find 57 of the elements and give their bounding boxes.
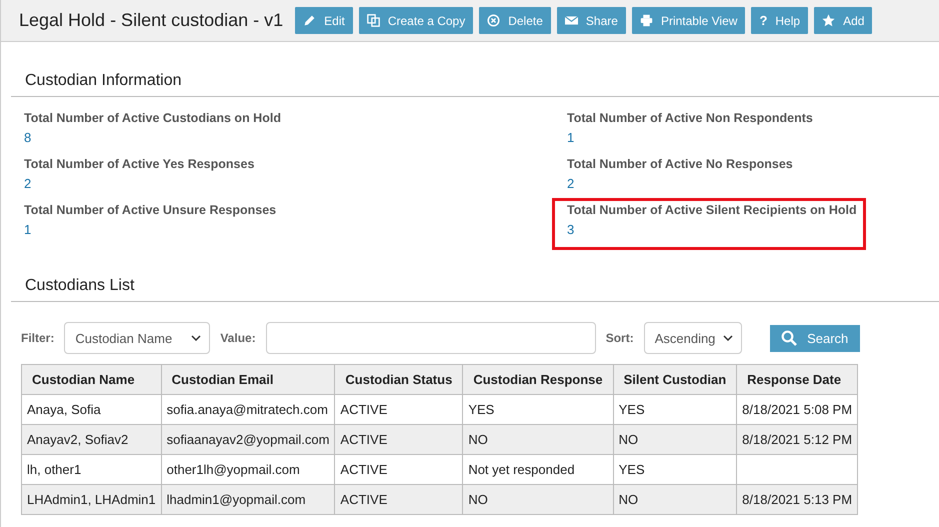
stat-label: Total Number of Active Non Respondents [567,111,813,125]
filter-dropdown[interactable]: Custodian Name [64,322,210,354]
printer-icon [640,14,653,27]
toolbar-button[interactable]: Printable View [632,7,746,34]
table-cell: NO [462,424,614,454]
stat-value: 1 [24,222,32,237]
stat-value: 3 [567,222,576,237]
column-header: Response Date [736,364,858,394]
toolbar-button[interactable]: Add [814,7,872,34]
table-cell: ACTIVE [334,484,463,514]
table-cell: LHAdmin1, LHAdmin1 [22,484,162,514]
stat-label: Total Number of Active Custodians on Hold [24,111,281,125]
question-icon: ? [759,13,768,28]
close-circle-icon [487,14,500,27]
stat-value: 1 [567,130,576,145]
copy-icon [366,14,380,27]
chevron-down-icon [722,335,733,341]
stat-value: 2 [24,176,32,191]
search-icon [781,330,798,346]
toolbar-button[interactable]: ? Help [751,7,808,34]
value-input[interactable] [266,322,596,354]
toolbar-button[interactable]: Share [556,7,626,34]
section-heading: Custodian Information [11,42,939,97]
column-header: Custodian Email [161,364,335,394]
chevron-down-icon [191,335,202,341]
section-heading: Custodians List [11,247,939,302]
toolbar-button[interactable]: Create a Copy [358,7,474,34]
table-cell: lhadmin1@yopmail.com [161,484,335,514]
column-header: Custodian Response [462,364,614,394]
filter-label: Filter: [21,331,54,345]
table-cell: ACTIVE [334,424,463,454]
star-icon [822,14,836,27]
value-label: Value: [220,331,256,345]
search-button[interactable]: Search [770,324,860,352]
stat-label: Total Number of Active Silent Recipients on Hold [567,203,857,217]
stat-label: Total Number of Active Yes Responses [24,157,254,171]
stat-label: Total Number of Active No Responses [567,157,793,171]
table-cell: NO [462,484,614,514]
table-cell: 8/18/2021 5:12 PM [736,424,858,454]
sort-label: Sort: [606,331,634,345]
table-cell: NO [613,484,737,514]
column-header: Custodian Name [22,364,162,394]
envelope-icon [564,15,578,26]
stat-label: Total Number of Active Unsure Responses [24,203,276,217]
table-cell: Anayav2, Sofiav2 [22,424,162,454]
sort-dropdown[interactable]: Ascending [644,322,742,354]
toolbar-button[interactable]: Edit [295,7,353,34]
table-cell: sofiaanayav2@yopmail.com [161,424,335,454]
column-header: Silent Custodian [613,364,737,394]
page-title: Legal Hold - Silent custodian - v1 [19,10,284,31]
table-cell: 8/18/2021 5:13 PM [736,484,858,514]
toolbar-button[interactable]: Delete [479,7,551,34]
table-cell: NO [613,424,737,454]
pencil-icon [303,14,316,27]
stat-value: 2 [567,176,576,191]
column-header: Custodian Status [334,364,463,394]
stat-value: 8 [24,130,32,145]
